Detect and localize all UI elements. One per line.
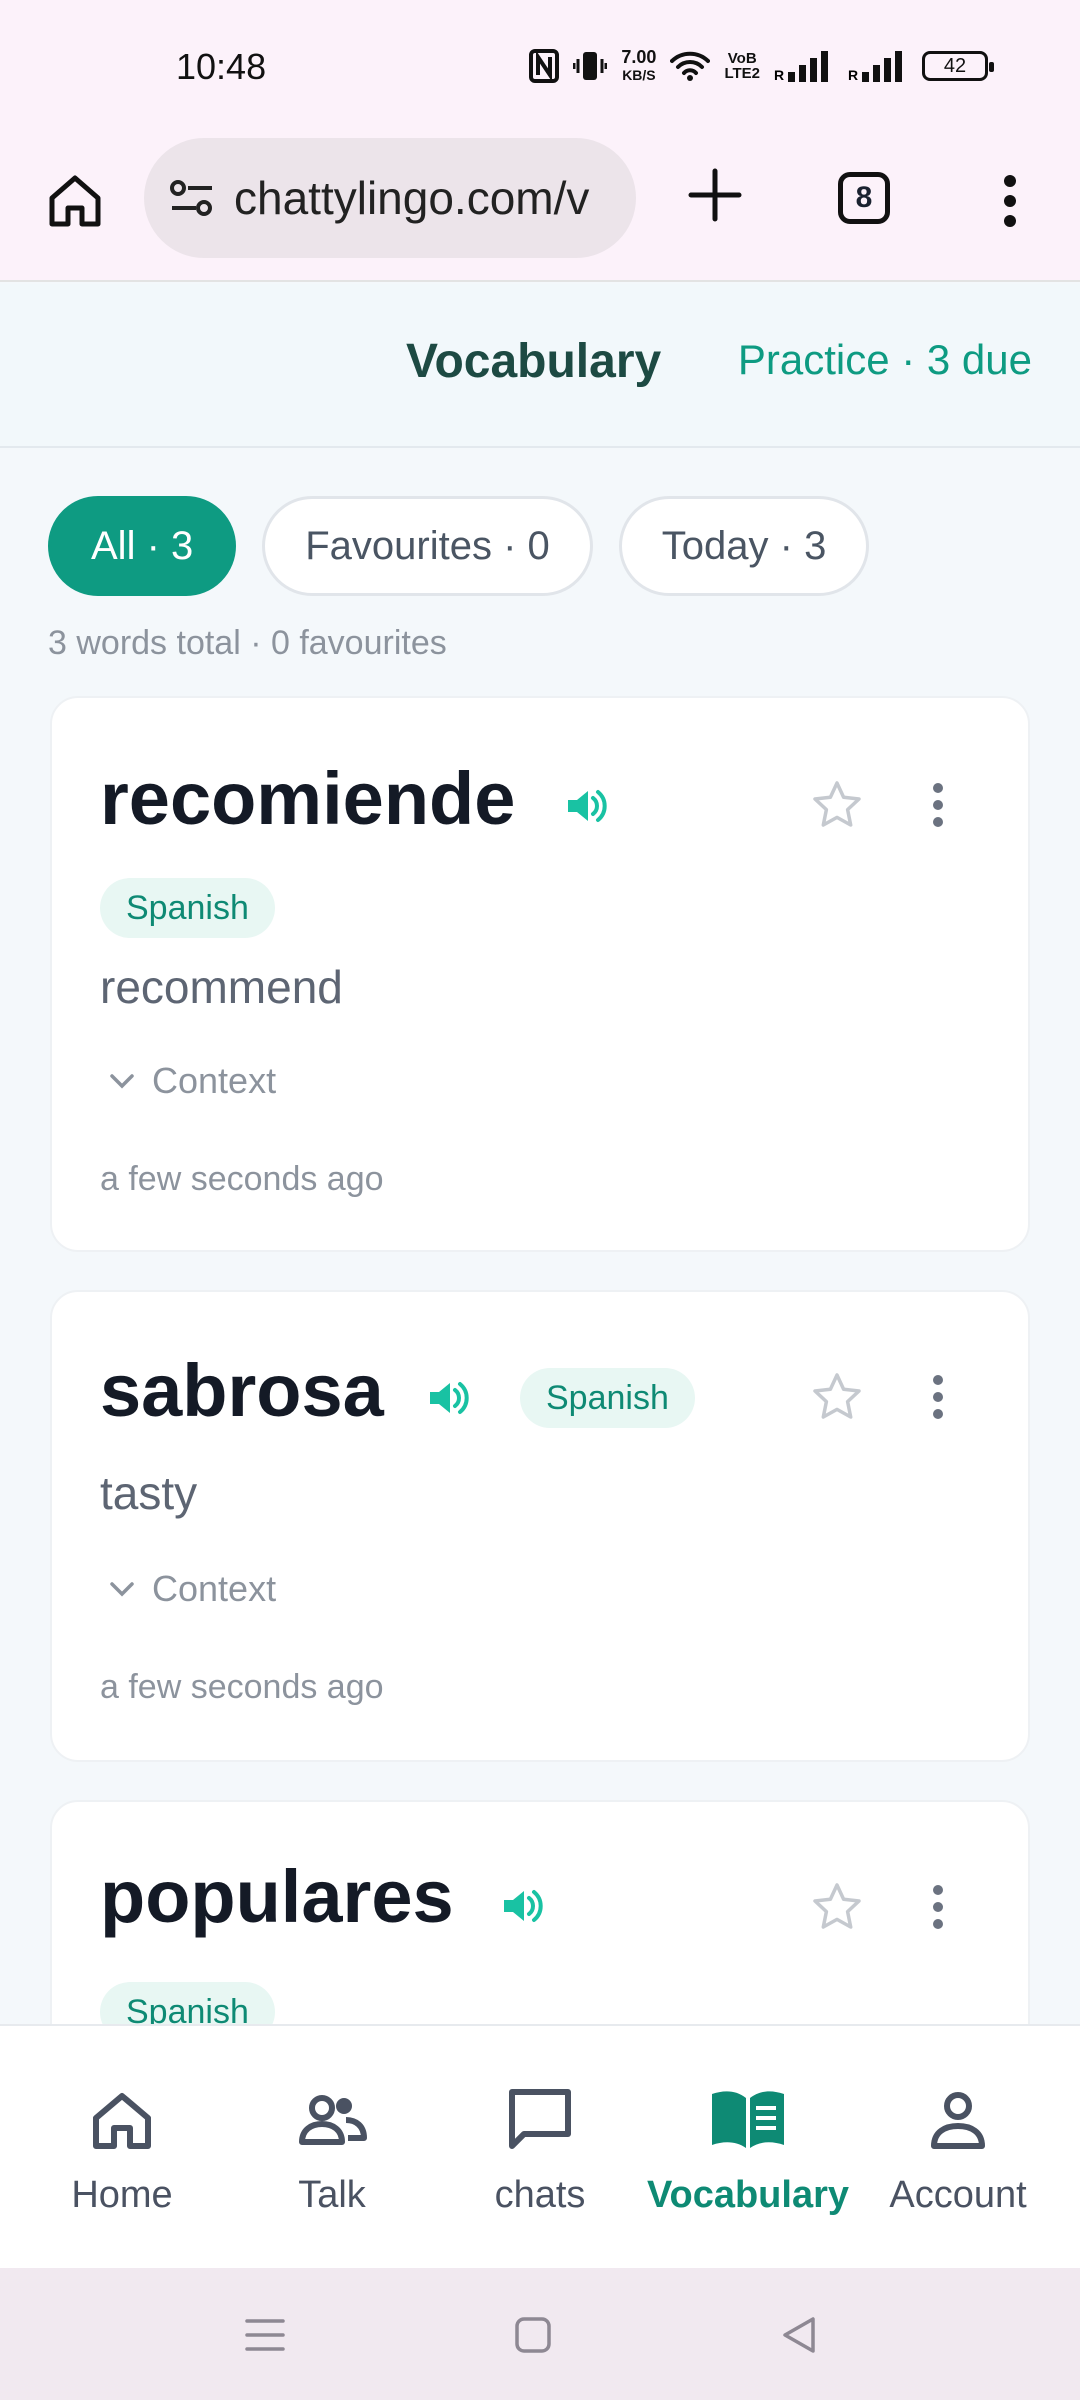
vocab-timestamp: a few seconds ago <box>100 1668 384 1706</box>
signal-icon-2: R <box>848 50 908 82</box>
context-toggle[interactable]: Context <box>108 1060 276 1102</box>
practice-link[interactable]: Practice · 3 due <box>738 336 1032 384</box>
svg-text:R: R <box>774 67 784 82</box>
context-label: Context <box>152 1568 277 1609</box>
more-vert-icon[interactable] <box>928 1880 948 1934</box>
context-toggle[interactable]: Context <box>108 1568 276 1610</box>
browser-toolbar: chattylingo.com/v 8 <box>0 130 1080 282</box>
url-text[interactable]: chattylingo.com/v <box>234 171 589 225</box>
status-bar: 10:48 7.00 KB/S VoB LTE2 R R 42 <box>0 0 1080 130</box>
network-speed: 7.00 KB/S <box>621 47 657 83</box>
language-badge: Spanish <box>520 1368 695 1428</box>
svg-text:R: R <box>848 67 858 82</box>
vocab-card[interactable]: sabrosa Spanish tasty Context a few seco… <box>50 1290 1030 1762</box>
vocab-word: recomiende <box>100 757 516 840</box>
more-vert-icon[interactable] <box>928 1370 948 1424</box>
filter-chips: All · 3 Favourites · 0 Today · 3 <box>48 496 870 596</box>
vocab-summary: 3 words total · 0 favourites <box>48 624 447 662</box>
status-time: 10:48 <box>176 46 267 87</box>
nav-chats[interactable]: chats <box>432 2084 648 2217</box>
filter-favourites[interactable]: Favourites · 0 <box>262 496 593 596</box>
nav-account[interactable]: Account <box>850 2084 1066 2217</box>
nav-talk[interactable]: Talk <box>224 2084 440 2217</box>
browser-menu-button[interactable] <box>990 166 1030 236</box>
chevron-down-icon <box>110 1074 134 1089</box>
home-system-button[interactable] <box>506 2308 560 2362</box>
person-icon <box>931 2092 985 2149</box>
vocab-word: populares <box>100 1855 454 1938</box>
home-icon <box>93 2093 151 2149</box>
chevron-down-icon <box>110 1582 134 1597</box>
language-badge: Spanish <box>100 878 275 938</box>
people-icon <box>299 2095 367 2145</box>
more-vert-icon <box>1004 175 1016 227</box>
filter-today[interactable]: Today · 3 <box>618 496 870 596</box>
signal-icon: R <box>774 50 834 82</box>
home-icon <box>49 175 101 227</box>
star-icon[interactable] <box>810 1370 864 1424</box>
vocab-translation: recommend <box>100 961 343 1013</box>
wifi-icon <box>670 50 711 82</box>
address-bar[interactable]: chattylingo.com/v <box>144 138 636 258</box>
tab-switcher-button[interactable]: 8 <box>838 172 890 224</box>
plus-icon <box>688 168 742 222</box>
speaker-icon[interactable] <box>498 1882 546 1930</box>
speaker-icon[interactable] <box>562 782 610 830</box>
nav-vocabulary[interactable]: Vocabulary <box>640 2084 856 2217</box>
status-icons: 7.00 KB/S VoB LTE2 R R 42 <box>529 46 994 86</box>
system-navigation <box>0 2268 1080 2400</box>
back-button[interactable] <box>772 2308 826 2362</box>
site-settings-icon[interactable] <box>168 178 216 218</box>
more-vert-icon[interactable] <box>928 778 948 832</box>
vocab-word: sabrosa <box>100 1349 384 1432</box>
star-icon[interactable] <box>810 778 864 832</box>
context-label: Context <box>152 1060 277 1101</box>
bottom-navigation: Home Talk chats Vocabulary Account <box>0 2024 1080 2268</box>
star-icon[interactable] <box>810 1880 864 1934</box>
book-icon <box>712 2091 784 2148</box>
menu-icon <box>245 2319 285 2351</box>
vibrate-icon <box>573 49 608 83</box>
battery-icon: 42 <box>922 51 994 81</box>
nfc-icon <box>529 49 560 83</box>
new-tab-button[interactable] <box>680 160 750 230</box>
vocab-card[interactable]: recomiende Spanish recommend Context a f… <box>50 696 1030 1252</box>
recents-button[interactable] <box>238 2308 292 2362</box>
speaker-icon[interactable] <box>424 1374 472 1422</box>
square-icon <box>515 2317 551 2353</box>
nav-home[interactable]: Home <box>14 2084 230 2217</box>
back-triangle-icon <box>783 2317 815 2353</box>
app-header: Vocabulary Practice · 3 due <box>0 284 1080 448</box>
chat-icon <box>509 2089 571 2149</box>
browser-home-button[interactable] <box>40 166 110 236</box>
page-title: Vocabulary <box>406 335 662 388</box>
volte-indicator: VoB LTE2 <box>724 50 760 82</box>
vocab-translation: tasty <box>100 1467 198 1519</box>
filter-all[interactable]: All · 3 <box>48 496 237 596</box>
vocab-timestamp: a few seconds ago <box>100 1160 384 1198</box>
